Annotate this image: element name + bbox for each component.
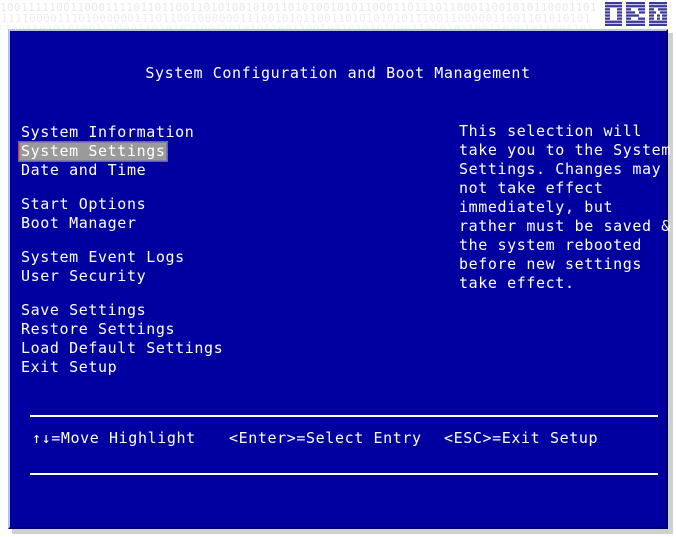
menu-row: System Event Logs — [18, 247, 318, 266]
help-text-line: take you to the System — [459, 141, 664, 160]
bios-setup-window: System Configuration and Boot Management… — [8, 29, 668, 529]
ibm-logo — [605, 2, 667, 26]
menu-group: Start OptionsBoot Manager — [18, 194, 318, 232]
menu-group: System InformationSystem SettingsDate an… — [18, 122, 318, 179]
key-hint-select-entry: <Enter>=Select Entry — [229, 429, 422, 447]
menu-item-date-and-time[interactable]: Date and Time — [18, 160, 149, 181]
menu-row: Save Settings — [18, 300, 318, 319]
menu-item-system-information[interactable]: System Information — [18, 122, 197, 143]
menu-row: Restore Settings — [18, 319, 318, 338]
key-hint-exit-setup: <ESC>=Exit Setup — [444, 429, 598, 447]
menu-item-save-settings[interactable]: Save Settings — [18, 300, 149, 321]
window-drop-shadow-right — [668, 33, 673, 533]
menu-group: System Event LogsUser Security — [18, 247, 318, 285]
menu-item-restore-settings[interactable]: Restore Settings — [18, 319, 178, 340]
footer-key-hints: ↑↓=Move Highlight <Enter>=Select Entry <… — [10, 429, 666, 453]
window-drop-shadow-bottom — [12, 529, 673, 534]
help-text-line: the system rebooted — [459, 236, 664, 255]
menu-row: Date and Time — [18, 160, 318, 179]
menu-row: System Settings — [18, 141, 318, 160]
menu-row: Load Default Settings — [18, 338, 318, 357]
menu-row: Boot Manager — [18, 213, 318, 232]
menu-item-system-settings[interactable]: System Settings — [18, 141, 168, 162]
help-text-line: rather must be saved & — [459, 217, 664, 236]
help-text-line: Settings. Changes may — [459, 160, 664, 179]
binary-wallpaper-band: 1001111100110001111011011001101010010101… — [0, 0, 676, 30]
menu-row: Start Options — [18, 194, 318, 213]
help-text-line: take effect. — [459, 274, 664, 293]
menu-item-start-options[interactable]: Start Options — [18, 194, 149, 215]
main-menu: System InformationSystem SettingsDate an… — [18, 122, 318, 391]
help-description-pane: This selection willtake you to the Syste… — [459, 122, 664, 293]
menu-item-user-security[interactable]: User Security — [18, 266, 149, 287]
help-text-line: not take effect — [459, 179, 664, 198]
footer-divider-top — [30, 415, 658, 417]
menu-row: User Security — [18, 266, 318, 285]
menu-item-exit-setup[interactable]: Exit Setup — [18, 357, 120, 378]
menu-item-boot-manager[interactable]: Boot Manager — [18, 213, 140, 234]
help-text-line: before new settings — [459, 255, 664, 274]
menu-item-system-event-logs[interactable]: System Event Logs — [18, 247, 188, 268]
page-title: System Configuration and Boot Management — [10, 64, 666, 82]
help-text-line: This selection will — [459, 122, 664, 141]
footer-divider-bottom — [30, 473, 658, 475]
menu-item-load-default-settings[interactable]: Load Default Settings — [18, 338, 226, 359]
key-hint-move-highlight: ↑↓=Move Highlight — [32, 429, 196, 447]
help-text-line: immediately, but — [459, 198, 664, 217]
menu-group: Save SettingsRestore SettingsLoad Defaul… — [18, 300, 318, 376]
menu-row: System Information — [18, 122, 318, 141]
menu-row: Exit Setup — [18, 357, 318, 376]
